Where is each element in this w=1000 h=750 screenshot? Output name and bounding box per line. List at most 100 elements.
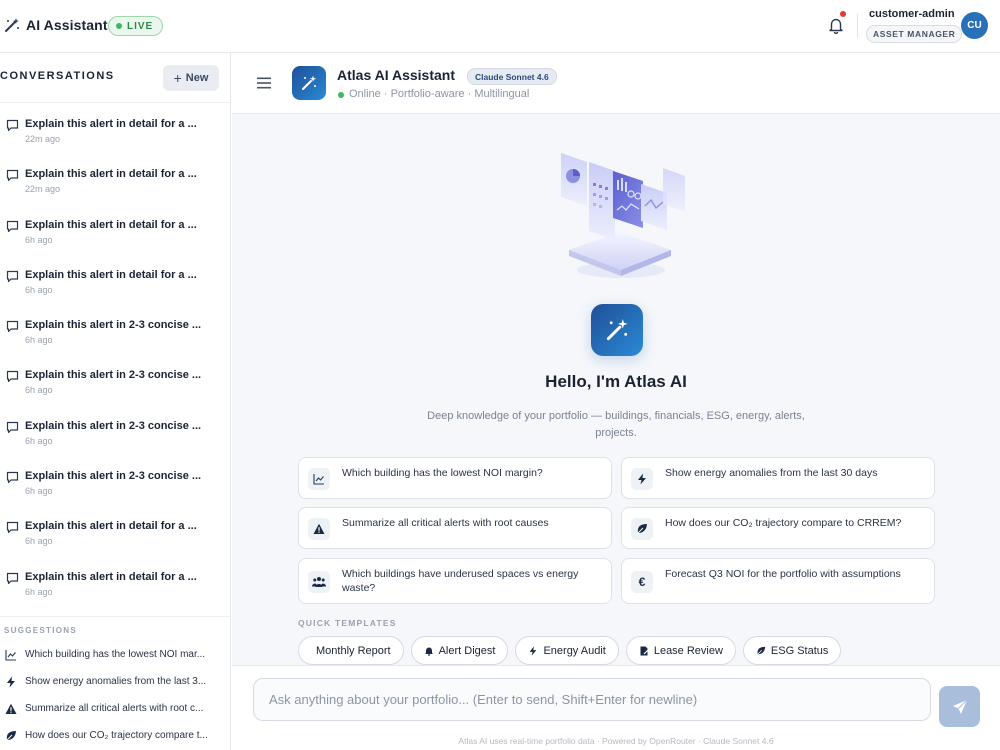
quick-templates-label: QUICK TEMPLATES: [298, 618, 397, 628]
brand[interactable]: AI Assistant: [4, 17, 108, 33]
role-badge: ASSET MANAGER: [866, 25, 963, 43]
live-label: LIVE: [127, 20, 154, 32]
conversation-time: 6h ago: [25, 234, 53, 245]
conversations-header: CONVERSATIONS: [0, 70, 115, 82]
send-icon: [952, 699, 967, 714]
chart-line-icon: [308, 468, 330, 490]
conversation-title: Explain this alert in 2-3 concise ...: [25, 319, 202, 332]
template-label: ESG Status: [770, 644, 829, 657]
menu-icon[interactable]: [257, 77, 271, 89]
bell-icon[interactable]: [827, 16, 845, 35]
conversation-time: 6h ago: [25, 385, 53, 396]
top-bar: AI Assistant LIVE customer-admin ASSET M…: [0, 0, 1000, 53]
template-energy-audit[interactable]: Energy Audit: [515, 636, 619, 665]
prompt-card[interactable]: Which building has the lowest NOI margin…: [298, 457, 612, 499]
conversation-item[interactable]: Explain this alert in 2-3 concise ... 6h…: [0, 465, 230, 515]
suggestions-header: SUGGESTIONS: [4, 626, 77, 635]
send-button[interactable]: [939, 686, 980, 727]
prompt-card[interactable]: Summarize all critical alerts with root …: [298, 507, 612, 549]
chart-line-icon: [5, 650, 16, 661]
template-label: Lease Review: [653, 644, 723, 657]
lightning-icon: [631, 468, 653, 490]
user-name[interactable]: customer-admin: [869, 8, 955, 20]
conversation-title: Explain this alert in 2-3 concise ...: [25, 419, 202, 432]
conversation-list: Explain this alert in detail for a ... 2…: [0, 113, 230, 616]
conversation-item[interactable]: Explain this alert in detail for a ... 6…: [0, 264, 230, 314]
template-label: Alert Digest: [438, 644, 496, 657]
model-badge: Claude Sonnet 4.6: [467, 68, 557, 85]
conversation-item[interactable]: Explain this alert in detail for a ... 6…: [0, 566, 230, 616]
conversation-item[interactable]: Explain this alert in detail for a ... 6…: [0, 214, 230, 264]
divider: [0, 102, 230, 103]
quick-templates: Monthly Report Alert Digest Energy Audit…: [298, 636, 842, 665]
live-badge: LIVE: [108, 16, 164, 36]
chat-bubble-icon: [6, 371, 19, 383]
divider: [0, 616, 230, 617]
conversation-time: 6h ago: [25, 486, 53, 497]
message-input[interactable]: [253, 678, 931, 721]
conversation-title: Explain this alert in 2-3 concise ...: [25, 369, 202, 382]
chat-bubble-icon: [6, 321, 19, 333]
conversation-item[interactable]: Explain this alert in detail for a ... 6…: [0, 515, 230, 565]
warning-icon: [5, 703, 17, 714]
conversation-item[interactable]: Explain this alert in detail for a ... 2…: [0, 163, 230, 213]
conversation-item[interactable]: Explain this alert in detail for a ... 2…: [0, 113, 230, 163]
conversation-time: 6h ago: [25, 536, 53, 547]
conversation-time: 6h ago: [25, 335, 53, 346]
conversation-title: Explain this alert in detail for a ...: [25, 570, 197, 583]
sidebar: CONVERSATIONS + New Explain this alert i…: [0, 53, 231, 750]
conversation-title: Explain this alert in detail for a ...: [25, 118, 197, 130]
conversation-item[interactable]: Explain this alert in 2-3 concise ... 6h…: [0, 314, 230, 364]
template-monthly-report[interactable]: Monthly Report: [298, 636, 404, 665]
magic-wand-icon: [606, 319, 628, 341]
conversation-title: Explain this alert in detail for a ...: [25, 168, 197, 181]
prompt-card[interactable]: Show energy anomalies from the last 30 d…: [621, 457, 935, 499]
leaf-icon: [756, 646, 766, 655]
prompt-text: Show energy anomalies from the last 30 d…: [665, 467, 878, 479]
prompt-text: Which buildings have underused spaces vs…: [342, 568, 579, 594]
magic-wand-icon: [4, 17, 20, 33]
template-lease-review[interactable]: Lease Review: [625, 636, 736, 665]
warning-icon: [308, 518, 330, 540]
conversation-time: 6h ago: [25, 284, 53, 295]
app-title: AI Assistant: [26, 17, 108, 33]
chat-bubble-icon: [6, 421, 19, 433]
chat-bubble-icon: [6, 471, 19, 484]
suggestion-text: Summarize all critical alerts with root …: [25, 703, 204, 714]
new-conversation-button[interactable]: + New: [163, 65, 219, 91]
chat-bubble-icon: [6, 270, 19, 282]
people-icon: [308, 571, 330, 593]
prompt-card[interactable]: Which buildings have underused spaces vs…: [298, 558, 612, 604]
prompt-card[interactable]: € Forecast Q3 NOI for the portfolio with…: [621, 558, 935, 604]
suggestion-text: Show energy anomalies from the last 3...: [25, 676, 207, 687]
suggestion-item[interactable]: How does our CO₂ trajectory compare t...: [0, 726, 230, 750]
notification-dot: [840, 11, 846, 17]
chat-bubble-icon: [6, 572, 19, 584]
avatar[interactable]: CU: [961, 12, 988, 39]
prompt-card[interactable]: How does our CO₂ trajectory compare to C…: [621, 507, 935, 549]
prompt-text: Summarize all critical alerts with root …: [342, 517, 549, 529]
conversation-title: Explain this alert in 2-3 concise ...: [25, 470, 202, 483]
suggestion-item[interactable]: Summarize all critical alerts with root …: [0, 699, 230, 726]
document-icon: [640, 646, 649, 655]
conversation-item[interactable]: Explain this alert in 2-3 concise ... 6h…: [0, 364, 230, 414]
suggestion-item[interactable]: Show energy anomalies from the last 3...: [0, 672, 230, 699]
magic-wand-icon: [302, 75, 317, 90]
lightning-icon: [7, 676, 15, 688]
conversation-time: 22m ago: [25, 134, 61, 144]
prompt-text: How does our CO₂ trajectory compare to C…: [665, 517, 902, 529]
chat-bubble-icon: [6, 220, 19, 232]
chat-header: Atlas AI Assistant Claude Sonnet 4.6 Onl…: [232, 53, 1000, 114]
conversation-item[interactable]: Explain this alert in 2-3 concise ... 6h…: [0, 415, 230, 465]
template-alert-digest[interactable]: Alert Digest: [410, 636, 509, 665]
welcome-title: Hello, I'm Atlas AI: [545, 372, 687, 391]
template-esg-status[interactable]: ESG Status: [742, 636, 842, 665]
suggestion-list: Which building has the lowest NOI mar...…: [0, 645, 230, 750]
conversation-time: 6h ago: [25, 586, 53, 597]
conversation-title: Explain this alert in detail for a ...: [25, 218, 197, 231]
suggestion-item[interactable]: Which building has the lowest NOI mar...: [0, 645, 230, 672]
welcome-subtitle: Deep knowledge of your portfolio — build…: [427, 410, 805, 439]
conversation-time: 6h ago: [25, 435, 53, 446]
new-button-label: New: [185, 72, 209, 84]
assistant-title: Atlas AI Assistant: [337, 67, 455, 83]
